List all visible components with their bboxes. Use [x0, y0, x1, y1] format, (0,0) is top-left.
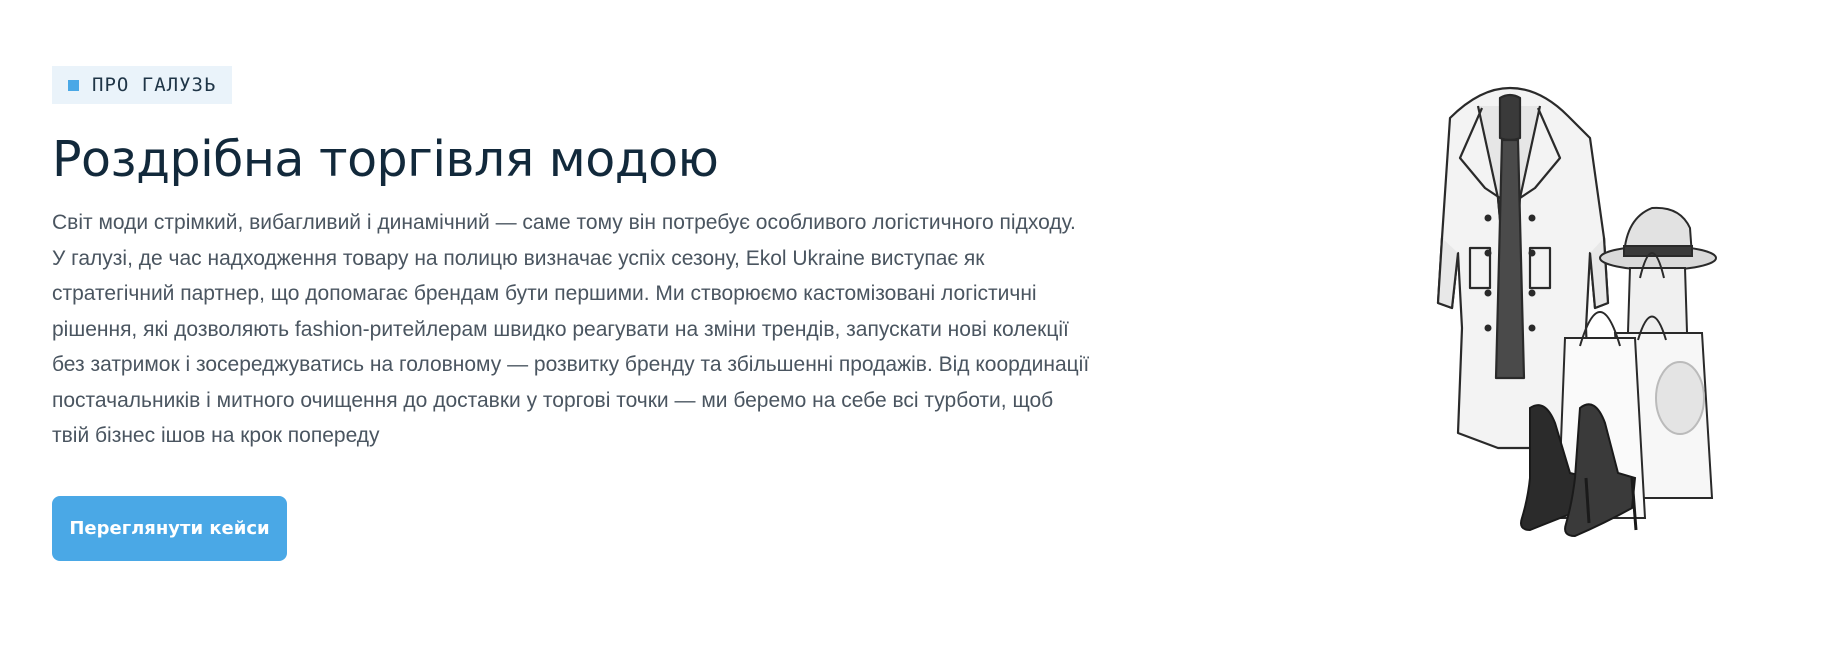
section-description: Світ моди стрімкий, вибагливий і динаміч… [52, 211, 1090, 447]
section-badge: ПРО ГАЛУЗЬ [52, 66, 233, 104]
badge-label: ПРО ГАЛУЗЬ [92, 74, 217, 96]
view-cases-button[interactable]: Переглянути кейси [52, 496, 287, 561]
page-title: Роздрібна торгівля модою [52, 131, 719, 188]
fashion-illustration [1436, 86, 1717, 538]
industry-section: ПРО ГАЛУЗЬ Роздрібна торгівля модою Світ… [0, 0, 1848, 662]
badge-square-icon [68, 79, 79, 91]
